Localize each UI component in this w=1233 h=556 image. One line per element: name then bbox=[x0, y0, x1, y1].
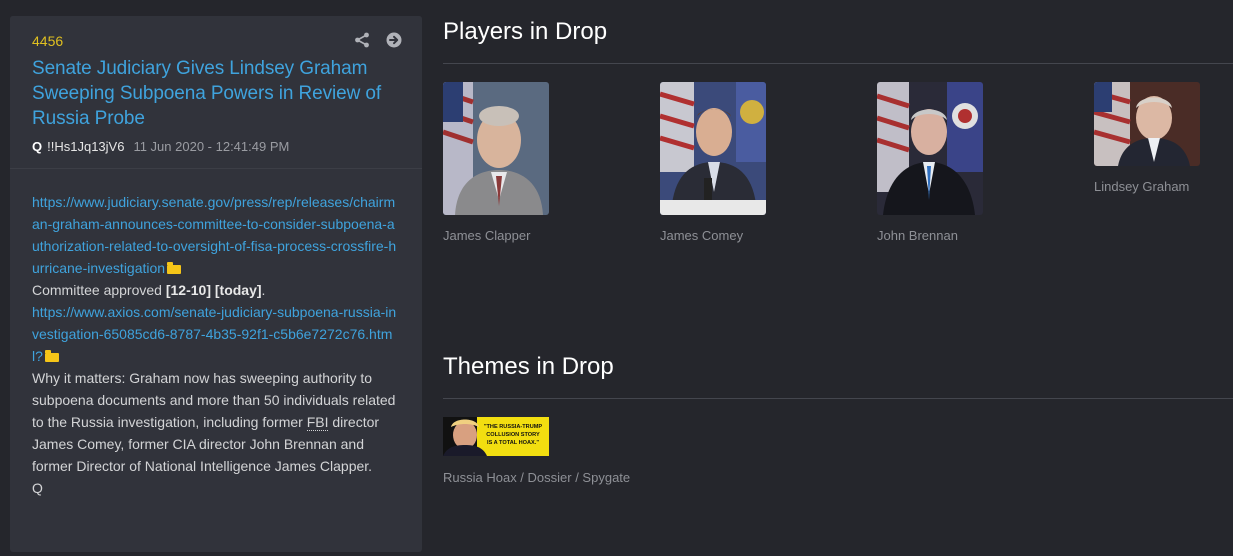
player-name: James Clapper bbox=[443, 228, 531, 243]
player-photo[interactable] bbox=[1094, 82, 1200, 166]
theme-name: Russia Hoax / Dossier / Spygate bbox=[443, 470, 631, 485]
theme-image-text-3: IS A TOTAL HOAX." bbox=[487, 440, 539, 446]
player-james-clapper[interactable]: James Clapper bbox=[443, 82, 583, 244]
players-list: James Clapper James Comey John Brennan L… bbox=[443, 64, 1233, 254]
folder-icon[interactable] bbox=[44, 350, 59, 362]
theme-image-text-1: "THE RUSSIA-TRUMP bbox=[484, 424, 543, 430]
post-tripcode: !!Hs1Jq13jV6 bbox=[47, 139, 125, 154]
vote-count: [12-10] bbox=[165, 282, 211, 298]
body-paragraph: Why it matters: Graham now has sweeping … bbox=[32, 370, 395, 474]
player-name: Lindsey Graham bbox=[1094, 179, 1190, 194]
period: . bbox=[261, 282, 266, 298]
player-james-comey[interactable]: James Comey bbox=[660, 82, 800, 244]
player-name: James Comey bbox=[660, 228, 744, 243]
post-header: 4456 Senate Judiciary Gives Lindsey Grah… bbox=[10, 16, 422, 169]
player-photo[interactable] bbox=[877, 82, 983, 215]
player-photo[interactable] bbox=[660, 82, 766, 215]
theme-image-text-2: COLLUSION STORY bbox=[486, 432, 540, 438]
drop-details: Players in Drop James Clapper James Come… bbox=[443, 0, 1233, 509]
author-row: Q !!Hs1Jq13jV6 11 Jun 2020 - 12:41:49 PM bbox=[32, 139, 400, 154]
theme-russia-hoax[interactable]: "THE RUSSIA-TRUMP COLLUSION STORY IS A T… bbox=[443, 417, 663, 486]
arrow-right-circle-icon[interactable] bbox=[386, 32, 402, 48]
today-marker: [today] bbox=[214, 282, 262, 298]
page: 4456 Senate Judiciary Gives Lindsey Grah… bbox=[0, 0, 1233, 556]
folder-icon[interactable] bbox=[167, 262, 182, 274]
source-link-judiciary[interactable]: https://www.judiciary.senate.gov/press/r… bbox=[32, 194, 396, 276]
fbi-abbreviation: FBI bbox=[306, 414, 329, 431]
post-signoff: Q bbox=[32, 480, 43, 496]
players-section-title: Players in Drop bbox=[443, 18, 608, 45]
themes-section-title: Themes in Drop bbox=[443, 353, 614, 380]
share-icon[interactable] bbox=[354, 32, 370, 48]
source-link-axios[interactable]: https://www.axios.com/senate-judiciary-s… bbox=[32, 304, 396, 364]
themes-list: "THE RUSSIA-TRUMP COLLUSION STORY IS A T… bbox=[443, 399, 1233, 509]
committee-line: Committee approved [12-10] [today]. bbox=[32, 282, 265, 298]
player-lindsey-graham[interactable]: Lindsey Graham bbox=[1094, 82, 1233, 195]
post-title[interactable]: Senate Judiciary Gives Lindsey Graham Sw… bbox=[32, 56, 400, 131]
post-body: https://www.judiciary.senate.gov/press/r… bbox=[10, 169, 422, 509]
committee-text: Committee approved bbox=[32, 282, 166, 298]
post-number[interactable]: 4456 bbox=[32, 32, 400, 50]
post-timestamp: 11 Jun 2020 - 12:41:49 PM bbox=[133, 139, 290, 154]
post-actions bbox=[354, 32, 402, 48]
player-name: John Brennan bbox=[877, 228, 958, 243]
post-card: 4456 Senate Judiciary Gives Lindsey Grah… bbox=[10, 16, 422, 552]
post-author: Q bbox=[32, 139, 43, 154]
theme-image[interactable]: "THE RUSSIA-TRUMP COLLUSION STORY IS A T… bbox=[443, 417, 549, 456]
player-john-brennan[interactable]: John Brennan bbox=[877, 82, 1017, 244]
player-photo[interactable] bbox=[443, 82, 549, 215]
